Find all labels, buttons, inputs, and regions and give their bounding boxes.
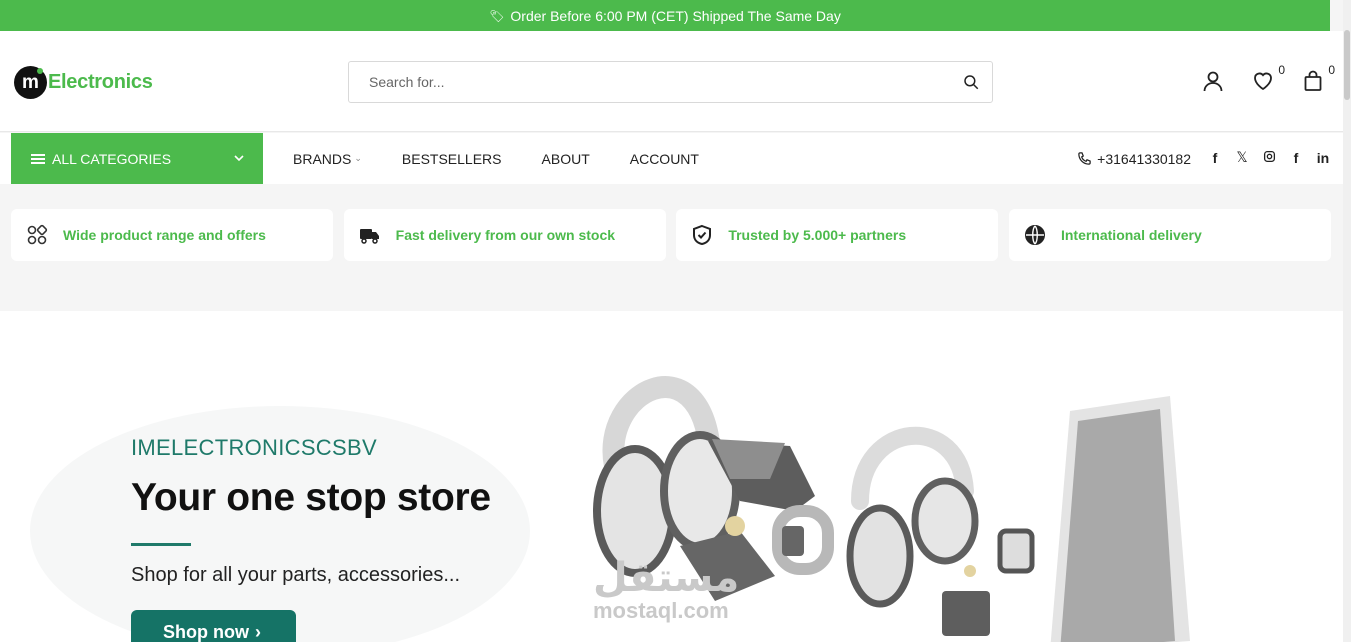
nav-menu: BRANDS ⌄ BESTSELLERS ABOUT ACCOUNT [293,133,739,184]
site-header: m Electronics 0 0 [0,31,1343,132]
menu-icon [31,153,45,164]
all-categories-button[interactable]: ALL CATEGORIES [11,133,263,184]
hero-brand: IMELECTRONICSCSBV [131,435,377,460]
instagram-icon[interactable] [1262,150,1276,166]
cart-count: 0 [1328,63,1335,77]
heart-icon [1254,72,1272,91]
feature-label: Trusted by 5.000+ partners [728,227,907,243]
wishlist-button[interactable]: 0 [1251,63,1285,93]
scrollbar-thumb[interactable] [1344,30,1350,100]
feature-card: Wide product range and offers [11,209,333,261]
nav-item-bestsellers[interactable]: BESTSELLERS [402,151,502,167]
chevron-down-icon [234,155,244,162]
all-categories-label: ALL CATEGORIES [52,150,172,167]
nav-item-about[interactable]: ABOUT [542,151,590,167]
hero-title: Your one stop store [131,476,491,519]
search-bar [348,61,993,103]
logo-mark: m [14,66,47,99]
grid-circles-icon [27,224,48,245]
phone-number: +31641330182 [1097,150,1191,167]
cart-button[interactable]: 0 [1301,63,1335,93]
main-nav: ALL CATEGORIES BRANDS ⌄ BESTSELLERS ABOUT… [0,133,1343,184]
linkedin-icon[interactable]: in [1316,150,1330,166]
search-icon[interactable] [962,73,980,91]
phone-icon [1078,152,1091,165]
user-icon [1203,71,1223,92]
shop-now-button[interactable]: Shop now › [131,610,296,642]
shop-now-label: Shop now [163,622,249,642]
feature-card: International delivery [1008,209,1331,261]
logo-wordmark: Electronics [48,71,153,93]
chevron-down-icon: ⌄ [354,153,362,163]
x-icon[interactable]: 𝕏 [1235,149,1249,166]
shield-check-icon [693,224,712,246]
announcement-text: Order Before 6:00 PM (CET) Shipped The S… [510,7,841,24]
phone-contact[interactable]: +31641330182 [1077,133,1191,184]
site-logo[interactable]: m Electronics [14,66,153,99]
hero-subtitle: Shop for all your parts, accessories... [131,564,461,586]
globe-icon [1024,225,1045,245]
page-scrollbar[interactable] [1343,0,1351,642]
social-links: f 𝕏 f in [1195,149,1330,166]
header-actions: 0 0 [1175,63,1335,93]
chevron-right-icon: › [254,622,261,642]
truck-icon [359,229,379,244]
wishlist-count: 0 [1278,63,1285,77]
shopping-bag-icon [1304,70,1322,91]
nav-item-brands[interactable]: BRANDS ⌄ [293,151,362,167]
hero-divider [131,543,191,546]
watermark-latin: mostaql.com [593,598,729,623]
announcement-bar: 🏷 Order Before 6:00 PM (CET) Shipped The… [0,0,1330,31]
feature-strip: Wide product range and offers Fast deliv… [11,209,1331,261]
account-button[interactable] [1201,69,1225,93]
feature-label: International delivery [1060,227,1202,243]
search-input[interactable] [349,62,929,102]
watermark-arabic: مستقل [593,556,740,600]
facebook-icon[interactable]: f [1289,150,1303,166]
watermark: مستقل mostaql.com [593,558,739,624]
ticket-icon: 🏷 [489,8,505,23]
facebook-icon[interactable]: f [1208,150,1222,166]
feature-card: Trusted by 5.000+ partners [676,209,999,261]
feature-label: Wide product range and offers [63,227,266,243]
feature-card: Fast delivery from our own stock [343,209,666,261]
hero-banner: IMELECTRONICSCSBV Your one stop store Sh… [0,311,1343,642]
nav-item-account[interactable]: ACCOUNT [630,151,699,167]
feature-label: Fast delivery from our own stock [395,227,616,243]
